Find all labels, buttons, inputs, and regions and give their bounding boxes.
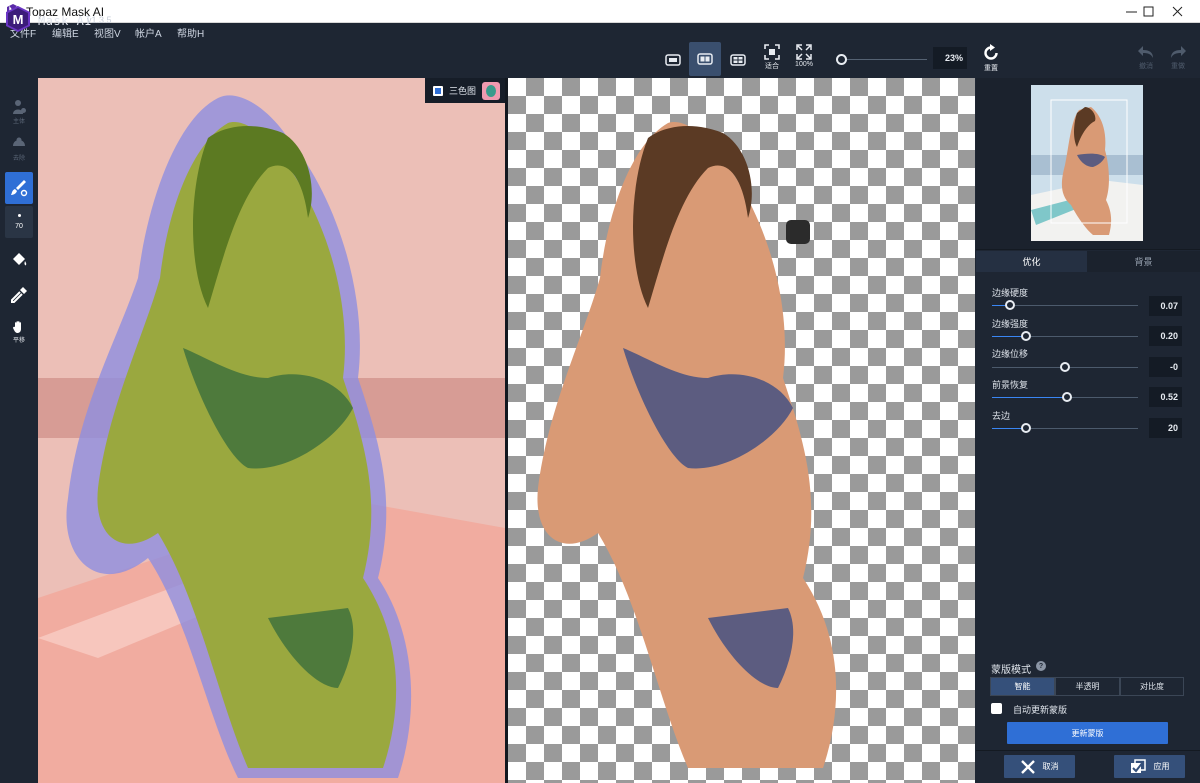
apply-label: 应用 bbox=[1153, 762, 1170, 771]
mask-mode-smart[interactable]: 智能 bbox=[990, 677, 1055, 696]
undo-button[interactable]: 撤消 bbox=[1134, 44, 1158, 74]
undo-label: 撤消 bbox=[1139, 63, 1153, 70]
navigator-thumbnail[interactable] bbox=[1031, 85, 1143, 241]
reset-button[interactable]: 重置 bbox=[979, 44, 1003, 74]
cut-subject-label: 去除 bbox=[12, 156, 25, 162]
app-name: Mask AI bbox=[38, 14, 93, 28]
mask-mode-contrast[interactable]: 对比度 bbox=[1120, 677, 1184, 696]
main-toolbar bbox=[0, 40, 1200, 78]
brush-size-control[interactable]: 70 bbox=[5, 206, 33, 238]
keep-subject-label: 主体 bbox=[12, 119, 25, 125]
foreground-recovery-label: 前景恢复 bbox=[992, 380, 1029, 390]
brush-tool[interactable] bbox=[5, 172, 33, 204]
tricolor-checkbox[interactable] bbox=[433, 85, 443, 96]
tricolor-swatch-button[interactable] bbox=[482, 81, 501, 100]
auto-update-checkbox[interactable] bbox=[991, 703, 1002, 714]
split-view-icon bbox=[697, 53, 713, 65]
tricolor-label: 三色图 bbox=[449, 86, 477, 96]
fit-button[interactable]: 适合 bbox=[758, 44, 786, 76]
defringe-label: 去边 bbox=[992, 411, 1011, 421]
edge-hardness-handle[interactable] bbox=[1005, 300, 1015, 310]
eyedropper-tool[interactable] bbox=[5, 279, 33, 311]
mask-preview-canvas[interactable] bbox=[38, 78, 505, 783]
brush-icon bbox=[11, 180, 28, 197]
edge-shift-handle[interactable] bbox=[1060, 362, 1070, 372]
view-quad-button[interactable] bbox=[722, 46, 754, 74]
tab-background[interactable]: 背景 bbox=[1087, 251, 1200, 272]
cancel-button[interactable]: 取消 bbox=[1004, 755, 1075, 778]
view-single-button[interactable] bbox=[657, 46, 689, 74]
edge-strength-handle[interactable] bbox=[1021, 331, 1031, 341]
edge-shift-value[interactable]: -0 bbox=[1149, 357, 1182, 377]
redo-label: 重做 bbox=[1171, 63, 1185, 70]
menu-bar: 文件F 编辑E 视图V 帐户A 帮助H bbox=[0, 23, 1200, 40]
fill-tool[interactable] bbox=[5, 244, 33, 276]
menu-help[interactable]: 帮助H bbox=[177, 25, 204, 40]
help-icon[interactable]: ? bbox=[1036, 661, 1046, 671]
edge-hardness-label: 边缘硬度 bbox=[992, 288, 1029, 298]
reset-icon bbox=[984, 44, 998, 60]
auto-update-label: 自动更新蒙版 bbox=[1013, 705, 1068, 715]
fit-label: 适合 bbox=[765, 63, 779, 70]
cutout-image bbox=[537, 122, 837, 768]
edge-strength-value[interactable]: 0.20 bbox=[1149, 326, 1182, 346]
zoom-slider-track[interactable] bbox=[843, 59, 927, 60]
brush-size-icon bbox=[17, 214, 21, 217]
mask-mode-label: 蒙版模式 bbox=[991, 665, 1031, 676]
eyedropper-icon bbox=[11, 287, 27, 303]
mask-mode-translucent[interactable]: 半透明 bbox=[1055, 677, 1120, 696]
defringe-value[interactable]: 20 bbox=[1149, 418, 1182, 438]
view-split-button[interactable] bbox=[689, 42, 721, 76]
edge-hardness-value[interactable]: 0.07 bbox=[1149, 296, 1182, 316]
edge-shift-label: 边缘位移 bbox=[992, 349, 1029, 359]
keep-color-icon bbox=[486, 84, 497, 97]
foreground-recovery-value[interactable]: 0.52 bbox=[1149, 387, 1182, 407]
tab-refine[interactable]: 优化 bbox=[976, 251, 1087, 272]
navigator-image bbox=[1031, 85, 1143, 241]
brush-size-value: 70 bbox=[15, 223, 23, 230]
foreground-recovery-fill bbox=[992, 397, 1068, 398]
mask-ai-logo-icon: M bbox=[6, 6, 30, 32]
cancel-label: 取消 bbox=[1042, 762, 1059, 771]
zoom-value-field[interactable]: 23% bbox=[933, 47, 967, 69]
paint-bucket-icon bbox=[13, 253, 27, 266]
window-titlebar: Topaz Mask AI bbox=[0, 0, 1200, 23]
full-size-button[interactable]: 100% bbox=[790, 44, 818, 76]
fit-screen-icon bbox=[764, 44, 780, 60]
apply-button[interactable]: 应用 bbox=[1114, 755, 1185, 778]
update-mask-button[interactable]: 更新蒙版 bbox=[1007, 722, 1168, 744]
redo-icon bbox=[1171, 46, 1186, 58]
zoom-slider-handle[interactable] bbox=[836, 54, 847, 65]
apply-icon bbox=[1130, 758, 1146, 773]
person-cut-icon bbox=[13, 137, 25, 146]
bottom-separator bbox=[976, 750, 1200, 751]
logo-letter: M bbox=[13, 12, 24, 27]
single-view-icon bbox=[665, 54, 681, 66]
edge-strength-label: 边缘强度 bbox=[992, 319, 1029, 329]
close-button[interactable] bbox=[1154, 0, 1200, 23]
reset-label: 重置 bbox=[984, 65, 998, 72]
maximize-icon bbox=[1143, 6, 1153, 17]
foreground-recovery-handle[interactable] bbox=[1062, 392, 1072, 402]
person-keep-icon bbox=[13, 100, 26, 114]
cut-subject-tool[interactable]: 去除 bbox=[5, 133, 33, 165]
menu-view[interactable]: 视图V bbox=[94, 25, 121, 40]
defringe-handle[interactable] bbox=[1021, 423, 1031, 433]
close-icon bbox=[1172, 6, 1182, 17]
menu-account[interactable]: 帐户A bbox=[135, 25, 162, 40]
hand-icon bbox=[13, 321, 21, 333]
keep-subject-tool[interactable]: 主体 bbox=[5, 96, 33, 128]
expand-icon bbox=[796, 44, 812, 60]
redo-button[interactable]: 重做 bbox=[1166, 44, 1190, 74]
app-version: v1.3.5 bbox=[87, 15, 112, 25]
close-icon bbox=[1020, 759, 1035, 774]
mask-overlay-image bbox=[38, 78, 505, 783]
quad-view-icon bbox=[730, 54, 746, 66]
pan-tool[interactable]: 平移 bbox=[5, 316, 33, 348]
full-size-label: 100% bbox=[795, 61, 813, 68]
cutout-preview-canvas[interactable] bbox=[508, 78, 975, 783]
undo-icon bbox=[1138, 46, 1153, 58]
pan-label: 平移 bbox=[12, 338, 25, 344]
